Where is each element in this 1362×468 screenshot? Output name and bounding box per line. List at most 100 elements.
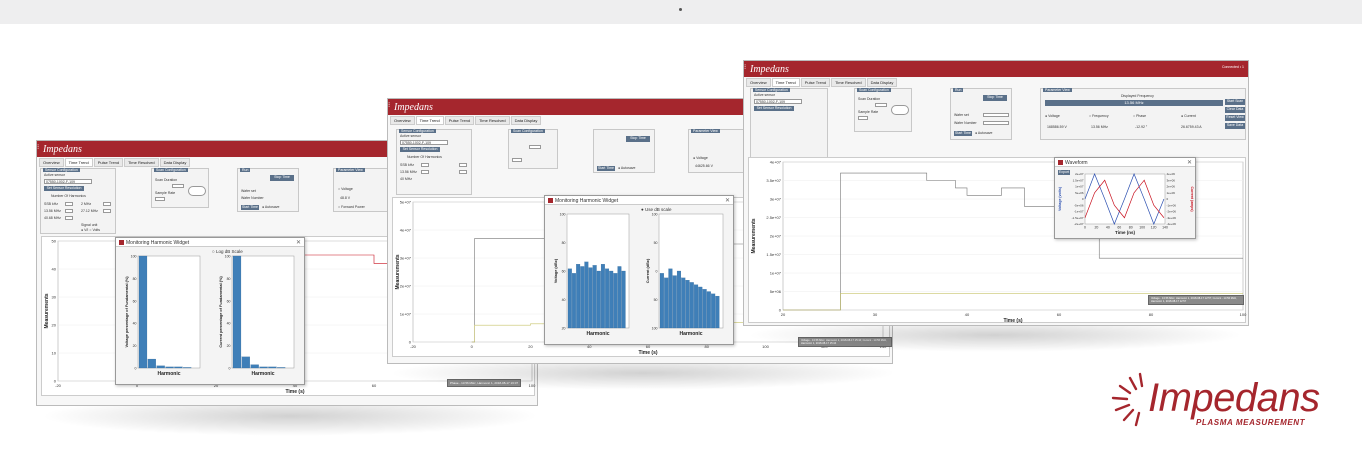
sample-rate-input[interactable] bbox=[858, 116, 868, 120]
freq-row-label: 27.12 MHz bbox=[81, 209, 98, 213]
plot-legend: Voltage - 13.56 MHz, Harmonic 1, 2018-08… bbox=[1148, 295, 1244, 305]
close-icon[interactable]: ✕ bbox=[1187, 159, 1192, 166]
tab-overview[interactable]: Overview bbox=[390, 116, 415, 125]
y-tick-label: 80 bbox=[133, 277, 137, 281]
param-option-radio[interactable]: ○ Phase bbox=[1133, 114, 1146, 118]
group-title: Scan Configuration bbox=[511, 129, 545, 133]
close-icon[interactable]: ✕ bbox=[725, 197, 730, 204]
scan-duration-input[interactable] bbox=[875, 103, 887, 107]
tab-pulse-trend[interactable]: Pulse Trend bbox=[800, 78, 831, 87]
y-tick-label: 20 bbox=[133, 344, 137, 348]
brand-name: Impedans bbox=[750, 64, 789, 75]
harmonic-spinbox[interactable] bbox=[65, 202, 73, 206]
run-toggle[interactable] bbox=[188, 186, 206, 196]
y-tick-label-right: 0 bbox=[1167, 197, 1169, 201]
displayed-frequency-bar[interactable]: 13.56 MHz bbox=[1045, 100, 1223, 106]
autosave-checkbox[interactable]: ● Autosave bbox=[975, 131, 993, 135]
y-tick-label: 60 bbox=[227, 299, 231, 303]
param-option-radio[interactable]: ○ Forward Power bbox=[338, 205, 365, 209]
y-tick-label: 4e+07 bbox=[770, 160, 782, 165]
active-sensor-label: Active sensor bbox=[754, 93, 776, 97]
save-data-button[interactable]: Save Data bbox=[1225, 123, 1245, 129]
tab-pulse-trend[interactable]: Pulse Trend bbox=[93, 158, 124, 167]
set-sensor-button[interactable]: Set Sensor Resolution bbox=[754, 106, 794, 111]
start-time-button[interactable]: Start Time bbox=[241, 205, 259, 210]
start-time-button[interactable]: Start Time bbox=[597, 166, 615, 171]
start-scan-button[interactable]: Start Scan bbox=[1225, 99, 1245, 105]
dialog-title: Monitoring Harmonic Widget ✕ bbox=[116, 238, 304, 247]
x-tick-label: 30 bbox=[873, 312, 878, 317]
tab-time-resolved[interactable]: Time Resolved bbox=[475, 116, 510, 125]
run-toggle[interactable] bbox=[891, 105, 909, 115]
radio-label: Phase bbox=[1136, 114, 1147, 118]
freq-row-label: 40 MHz bbox=[400, 177, 413, 181]
sensor-select[interactable]: 07550-1002-F-109 bbox=[754, 99, 802, 104]
bar bbox=[685, 280, 690, 329]
sample-rate-input[interactable] bbox=[155, 197, 165, 201]
autosave-checkbox[interactable]: ● Autosave bbox=[262, 205, 280, 209]
sample-rate-input[interactable] bbox=[512, 158, 522, 162]
set-sensor-button[interactable]: Set Sensor Resolution bbox=[44, 186, 84, 191]
widget-icon bbox=[548, 198, 553, 203]
tab-time-resolved[interactable]: Time Resolved bbox=[124, 158, 159, 167]
harmonic-spinbox[interactable] bbox=[65, 209, 73, 213]
sensor-select[interactable]: 07550-1002-F-109 bbox=[400, 140, 448, 145]
sensor-select[interactable]: 07550-1002-F-109 bbox=[44, 179, 92, 184]
bar bbox=[694, 284, 699, 329]
tab-data-display[interactable]: Data Display bbox=[159, 158, 191, 167]
signal-unit-vi-radio[interactable]: ● V/I ○ Volts bbox=[81, 228, 100, 232]
clear-data-button[interactable]: Clear Data bbox=[1225, 107, 1245, 113]
autosave-checkbox[interactable]: ● Autosave bbox=[618, 166, 636, 170]
param-option-radio[interactable]: ○ Voltage bbox=[338, 187, 353, 191]
scan-duration-input[interactable] bbox=[172, 184, 184, 188]
harmonic-spinbox[interactable] bbox=[103, 202, 111, 206]
harmonic-spinbox[interactable] bbox=[421, 163, 429, 167]
param-option-radio[interactable]: ● Voltage bbox=[1045, 114, 1060, 118]
bar bbox=[715, 295, 720, 329]
bar bbox=[138, 255, 148, 369]
scan-duration-input[interactable] bbox=[529, 145, 541, 149]
harmonic-spinbox[interactable] bbox=[459, 163, 467, 167]
param-option-radio[interactable]: ○ Frequency bbox=[1089, 114, 1109, 118]
start-time-button[interactable]: Start Time bbox=[954, 131, 972, 136]
freq-row-label: 40.68 MHz bbox=[44, 216, 61, 220]
x-tick-label: -20 bbox=[410, 344, 417, 349]
wafer-set-input[interactable] bbox=[983, 113, 1009, 117]
run-group: Run Stop Time Wafer set Wafer Number Sta… bbox=[237, 168, 299, 212]
tab-overview[interactable]: Overview bbox=[746, 78, 771, 87]
tab-time-resolved[interactable]: Time Resolved bbox=[831, 78, 866, 87]
y-tick-label: 5e+06 bbox=[770, 289, 782, 294]
harmonic-spinbox[interactable] bbox=[459, 170, 467, 174]
y-axis-label: Current percentage of Fundamental (%) bbox=[219, 276, 223, 348]
wafer-number-input[interactable] bbox=[983, 121, 1009, 125]
reset-view-button[interactable]: Reset View bbox=[1225, 115, 1245, 121]
param-value: 13.56 MHz bbox=[1091, 125, 1108, 129]
tab-data-display[interactable]: Data Display bbox=[866, 78, 898, 87]
stop-time-button[interactable]: Stop Time bbox=[270, 175, 294, 181]
y-tick-label: -2e+07 bbox=[1074, 222, 1084, 226]
sensor-id: 07550-1002-F-109 bbox=[756, 100, 785, 104]
param-option-radio[interactable]: ● Voltage bbox=[693, 156, 708, 160]
stop-time-button[interactable]: Stop Time bbox=[626, 136, 650, 142]
active-sensor-label: Active sensor bbox=[44, 173, 66, 177]
param-option-radio[interactable]: ● Current bbox=[1181, 114, 1196, 118]
bar bbox=[613, 273, 618, 329]
connection-status: Connected • 1 bbox=[1221, 65, 1244, 69]
y-tick-label: 2e+07 bbox=[770, 234, 782, 239]
set-sensor-button[interactable]: Set Sensor Resolution bbox=[400, 147, 440, 152]
y-tick-label: 40 bbox=[133, 322, 137, 326]
tab-overview[interactable]: Overview bbox=[39, 158, 64, 167]
tab-time-trend[interactable]: Time Trend bbox=[771, 78, 800, 87]
harmonic-spinbox[interactable] bbox=[421, 170, 429, 174]
tab-pulse-trend[interactable]: Pulse Trend bbox=[444, 116, 475, 125]
harmonic-spinbox[interactable] bbox=[65, 216, 73, 220]
tab-data-display[interactable]: Data Display bbox=[510, 116, 542, 125]
logo-wordmark: Impedans bbox=[1148, 376, 1320, 420]
y-axis-label-right: Current (amps) bbox=[1190, 186, 1194, 211]
close-icon[interactable]: ✕ bbox=[296, 239, 301, 246]
tab-time-trend[interactable]: Time Trend bbox=[64, 158, 93, 167]
tab-time-trend[interactable]: Time Trend bbox=[415, 116, 444, 125]
harmonic-spinbox[interactable] bbox=[103, 209, 111, 213]
stop-time-button[interactable]: Stop Time bbox=[983, 95, 1007, 101]
y-tick-label: 2e+07 bbox=[1075, 172, 1084, 176]
